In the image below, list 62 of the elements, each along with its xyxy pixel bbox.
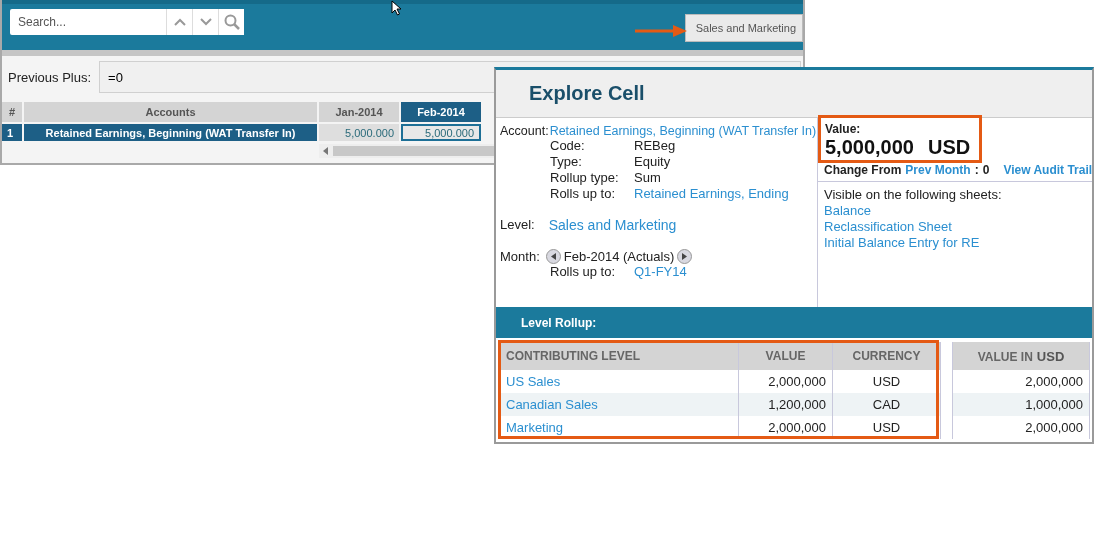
next-month-button[interactable]	[677, 249, 693, 264]
prev-month-link[interactable]: Prev Month	[905, 163, 971, 177]
level-link[interactable]: Marketing	[506, 420, 564, 435]
month-value: Feb-2014 (Actuals)	[563, 249, 675, 264]
value-amount: 5,000,000	[825, 136, 914, 159]
formula-label: Previous Plus:	[8, 69, 92, 85]
sheet-link[interactable]: Initial Balance Entry for RE	[824, 235, 1087, 250]
row-number: 1	[2, 124, 22, 141]
next-result-button[interactable]	[192, 9, 218, 35]
field-label: Rolls up to:	[550, 186, 617, 201]
scroll-left-icon[interactable]	[323, 147, 329, 155]
field-label: Code:	[550, 138, 586, 153]
period-link[interactable]: Q1-FY14	[634, 264, 817, 279]
table-cell[interactable]: 5,000.000	[401, 124, 481, 141]
table-cell[interactable]: 5,000.000	[319, 124, 399, 141]
sheet-link[interactable]: Balance	[824, 203, 1087, 218]
field-value: REBeg	[634, 138, 677, 153]
sheets-heading: Visible on the following sheets:	[824, 187, 1003, 202]
change-amount: 0	[982, 163, 990, 177]
column-header: CURRENCY	[833, 342, 941, 370]
value-currency: USD	[928, 136, 971, 159]
level-button[interactable]: Sales and Marketing	[684, 13, 803, 42]
sheet-link[interactable]: Reclassification Sheet	[824, 219, 1087, 234]
field-label: Rollup type:	[550, 170, 620, 185]
rollup-link[interactable]: Retained Earnings, Ending	[634, 186, 817, 201]
column-header[interactable]: Feb-2014	[401, 102, 481, 122]
table-cell: 2,000,000	[739, 416, 833, 439]
search-button[interactable]	[218, 9, 244, 35]
level-link[interactable]: US Sales	[506, 374, 561, 389]
level-link[interactable]: Sales and Marketing	[548, 217, 677, 233]
account-cell[interactable]: Retained Earnings, Beginning (WAT Transfer In)	[24, 124, 317, 141]
field-label: Rolls up to:	[550, 264, 617, 279]
arrow-icon	[635, 25, 687, 37]
column-header[interactable]: Jan-2014	[319, 102, 399, 122]
colon-text: :	[974, 163, 979, 177]
field-label: Level:	[500, 217, 535, 233]
audit-trail-link[interactable]: View Audit Trail	[1003, 163, 1093, 177]
chevron-up-icon	[173, 18, 186, 26]
previous-result-button[interactable]	[166, 9, 192, 35]
change-label: Change From	[824, 163, 902, 177]
search-field[interactable]: Search...	[10, 9, 166, 35]
column-header: VALUE	[739, 342, 833, 370]
field-label: Month:	[500, 249, 540, 264]
column-header: Accounts	[24, 102, 317, 122]
chevron-down-icon	[199, 18, 212, 26]
table-cell: 1,200,000	[739, 393, 833, 416]
previous-month-button[interactable]	[545, 249, 561, 264]
column-header: VALUE IN USD	[977, 348, 1065, 364]
search-icon	[223, 14, 240, 30]
value-label: Value:	[825, 122, 862, 136]
table-cell: 2,000,000	[953, 416, 1090, 439]
account-link[interactable]: Retained Earnings, Beginning (WAT Transfer In)	[549, 124, 817, 138]
cursor-icon	[391, 0, 402, 16]
column-header: #	[2, 102, 22, 122]
field-value: Sum	[634, 170, 662, 185]
field-label: Type:	[550, 154, 583, 169]
table-cell: 1,000,000	[953, 393, 1090, 416]
field-value: Equity	[634, 154, 672, 169]
table-cell: CAD	[833, 393, 941, 416]
field-label: Account:	[500, 124, 549, 138]
section-header: Level Rollup:	[496, 307, 1092, 338]
column-header: CONTRIBUTING LEVEL	[500, 342, 739, 370]
